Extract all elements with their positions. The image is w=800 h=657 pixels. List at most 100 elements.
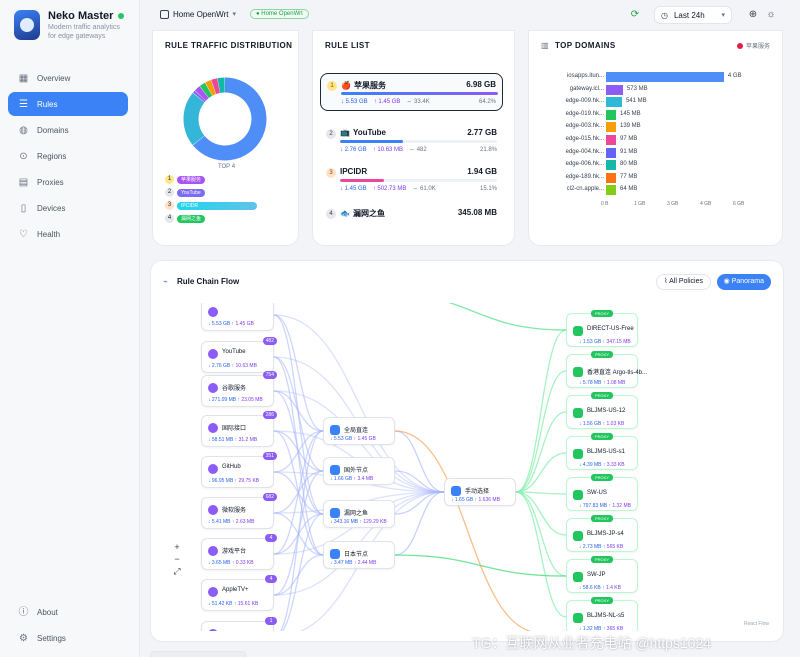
proxy-node[interactable]: PROXY DIRECT-US-Free ↓ 1.53 GB ↑ 347.15 MB	[566, 310, 638, 347]
proxy-node[interactable]: PROXY SW-JP ↓ 58.6 KB ↑ 1.4 KB	[566, 556, 638, 593]
rule-list-item[interactable]: 1 🍎 苹果服务 6.98 GB ↓ 5.53 GB ↑ 1.45 GB ⇔ 33.4K 64…	[320, 73, 503, 111]
rule-node-name: 国际接口	[222, 426, 247, 432]
domain-row[interactable]: cl2-cn.apple... 64 MB	[529, 184, 784, 196]
zoom-out-button[interactable]: −	[171, 553, 183, 565]
selector-node[interactable]: 手动选择 ↓ 1.65 GB ↑ 1.636 MB	[444, 478, 516, 506]
donut-slice-3[interactable]	[194, 86, 209, 101]
axis-tick-label: 1 GB	[634, 201, 646, 207]
language-globe-icon[interactable]: ⊕	[744, 6, 762, 24]
domain-row[interactable]: edge-015.hk... 97 MB	[529, 134, 784, 146]
legend-item[interactable]: 2 YouTube	[165, 186, 257, 199]
domain-row[interactable]: edge-009.hk... 541 MB	[529, 96, 784, 108]
neko-logo	[14, 10, 40, 40]
refresh-icon[interactable]: ⟳	[626, 6, 644, 24]
proxy-node-icon	[573, 326, 583, 336]
download-stat: ↓ 1.53 GB	[579, 339, 602, 345]
rule-node[interactable]: 谷歌服务 ↓ 271.09 MB ↑ 23.05 MB 754	[201, 371, 277, 407]
device-icon: ▯	[20, 202, 27, 214]
flow-canvas[interactable]: ↓ 5.53 GB ↑ 1.45 GB YouTube ↓ 2.76 GB ↑ 10…	[151, 303, 783, 631]
donut-slice-5[interactable]	[205, 80, 217, 96]
download-stat: ↓ 1.56 GB	[579, 421, 602, 427]
connections-badge: 754	[262, 371, 277, 379]
select-to-proxy-edge	[515, 411, 567, 493]
sidebar-item-health[interactable]: ♡ Health	[8, 222, 128, 246]
domain-row[interactable]: iosapps.itun... 4 GB	[529, 71, 784, 83]
rule-node[interactable]: ↓ 5.53 GB ↑ 1.45 GB	[201, 303, 274, 331]
connections-badge: 351	[262, 452, 277, 460]
rule-node-stats: ↓ 96.95 MB ↑ 29.75 KB	[208, 478, 259, 484]
donut-slice-1[interactable]	[183, 92, 205, 146]
legend-item[interactable]: 3 IPCIDR	[165, 199, 257, 212]
watermark-text: TG：互联网从业者充电站 @https1024	[472, 635, 712, 651]
proxy-node-icon	[573, 367, 583, 377]
domain-row[interactable]: gateway.icl... 573 MB	[529, 84, 784, 96]
sidebar-item-overview[interactable]: ▦ Overview	[8, 66, 128, 90]
rule-list-item[interactable]: 4 🐟 漏网之鱼 345.08 MB	[320, 202, 503, 224]
sidebar-item-domains[interactable]: ◍ Domains	[8, 118, 128, 142]
sidebar-item-label: About	[37, 607, 58, 617]
domain-row[interactable]: edge-003.hk... 139 MB	[529, 121, 784, 133]
rule-traffic-bar	[340, 140, 497, 143]
proxy-node[interactable]: PROXY 香港直连 Argo-tls-4b... ↓ 5.78 MB ↑ 1.08…	[566, 351, 647, 388]
rule-node[interactable]: 1	[201, 617, 277, 631]
proxy-group-node[interactable]: 漏网之鱼 ↓ 343.16 MB ↑ 129.29 KB	[323, 500, 395, 528]
download-stat: ↓ 5.41 MB	[208, 519, 231, 525]
rule-node[interactable]: YouTube ↓ 2.76 GB ↑ 10.63 MB 482	[201, 337, 277, 373]
proxy-node[interactable]: PROXY BLJMS-JP-s4 ↓ 2.73 MB ↑ 565 KB	[566, 515, 638, 552]
rule-list-item[interactable]: 3 IPCIDR 1.94 GB ↓ 1.45 GB ↑ 502.73 MB ⇔ 61.0…	[320, 161, 503, 199]
time-range-select[interactable]: ◷ Last 24h ▾	[654, 6, 732, 24]
rule-node[interactable]: GitHub ↓ 96.95 MB ↑ 29.75 KB 351	[201, 452, 277, 488]
fit-view-button[interactable]: ⤢	[171, 565, 183, 577]
proxy-node-icon	[573, 613, 583, 623]
proxy-group-node[interactable]: 全局直连 ↓ 5.53 GB ↑ 1.45 GB	[323, 417, 395, 445]
panorama-button[interactable]: ◉ Panorama	[716, 274, 771, 290]
rule-stats: ↓ 2.76 GB ↑ 10.63 MB ⇔ 482	[340, 147, 427, 153]
sidebar-item-regions[interactable]: ⊙ Regions	[8, 144, 128, 168]
proxy-node[interactable]: PROXY BLJMS-US-12 ↓ 1.56 GB ↑ 1.03 KB	[566, 392, 638, 429]
rule-node[interactable]: 国际接口 ↓ 58.51 MB ↑ 31.2 MB 286	[201, 411, 277, 447]
domain-row[interactable]: edge-019.hk... 145 MB	[529, 109, 784, 121]
rule-node[interactable]: AppleTV+ ↓ 51.42 KB ↑ 15.61 KB 4	[201, 575, 277, 611]
backend-status-badge: ● Home OpenWrt	[249, 9, 309, 19]
sidebar-item-about[interactable]: ⓘ About	[8, 600, 128, 624]
domain-row[interactable]: edge-189.hk... 77 MB	[529, 172, 784, 184]
proxy-node-icon	[573, 449, 583, 459]
rule-node-icon	[208, 587, 218, 597]
legend-item[interactable]: 1 苹果服务	[165, 173, 257, 186]
connections-badge: 4	[265, 534, 277, 542]
upload-stat: ↑ 2.44 MB	[352, 560, 377, 566]
proxy-node[interactable]: PROXY BLJMS-US-s1 ↓ 4.39 MB ↑ 3.33 KB	[566, 433, 638, 470]
legend-item[interactable]: 4 漏网之鱼	[165, 212, 257, 225]
sidebar-item-devices[interactable]: ▯ Devices	[8, 196, 128, 220]
rule-traffic-card: RULE TRAFFIC DISTRIBUTION TOP 4 1 苹果服务 2 Yo…	[152, 30, 299, 246]
backend-selector[interactable]: Home OpenWrt ▾ ● Home OpenWrt	[160, 9, 309, 19]
sidebar-item-rules[interactable]: ☰ Rules	[8, 92, 128, 116]
donut-slice-6[interactable]	[211, 78, 221, 95]
donut-slice-2[interactable]	[193, 90, 206, 103]
rule-node-stats: ↓ 51.42 KB ↑ 15.61 KB	[208, 601, 258, 607]
group-node-icon	[330, 549, 340, 559]
rule-node-stats: ↓ 5.41 MB ↑ 2.63 MB	[208, 519, 254, 525]
proxy-group-node[interactable]: 国外节点 ↓ 1.66 GB ↑ 3.4 MB	[323, 457, 395, 485]
rule-list-item[interactable]: 2 📺 YouTube 2.77 GB ↓ 2.76 GB ↑ 10.63 MB ⇔ 482…	[320, 122, 503, 160]
rule-node[interactable]: 微软服务 ↓ 5.41 MB ↑ 2.63 MB 682	[201, 493, 277, 529]
sidebar-item-proxies[interactable]: ▤ Proxies	[8, 170, 128, 194]
sidebar-item-settings[interactable]: ⚙ Settings	[8, 626, 128, 650]
domain-value: 77 MB	[620, 173, 638, 180]
rule-node[interactable]: 游戏平台 ↓ 3.65 MB ↑ 0.33 KB 4	[201, 534, 277, 570]
card-title: TOP DOMAINS	[555, 41, 616, 50]
zoom-in-button[interactable]: +	[171, 541, 183, 553]
domain-row[interactable]: edge-004.hk... 91 MB	[529, 147, 784, 159]
rule-total-traffic: 345.08 MB	[457, 208, 497, 217]
bottom-scroll-tab[interactable]	[150, 651, 246, 657]
proxy-group-node[interactable]: 日本节点 ↓ 3.47 MB ↑ 2.44 MB	[323, 541, 395, 569]
domain-label: iosapps.itun...	[566, 73, 604, 79]
proxy-node[interactable]: PROXY SW-US ↓ 797.83 MB ↑ 1.32 MB	[566, 474, 638, 511]
proxy-node[interactable]: PROXY BLJMS-NL-s5 ↓ 1.32 MB ↑ 365 KB	[566, 597, 638, 631]
theme-sun-icon[interactable]: ☼	[762, 6, 780, 24]
all-policies-button[interactable]: ⌇ All Policies	[656, 274, 711, 290]
domain-row[interactable]: edge-006.hk... 80 MB	[529, 159, 784, 171]
donut-slice-4[interactable]	[199, 82, 213, 99]
donut-slice-7[interactable]	[217, 77, 225, 93]
legend-rank: 3	[165, 201, 174, 210]
